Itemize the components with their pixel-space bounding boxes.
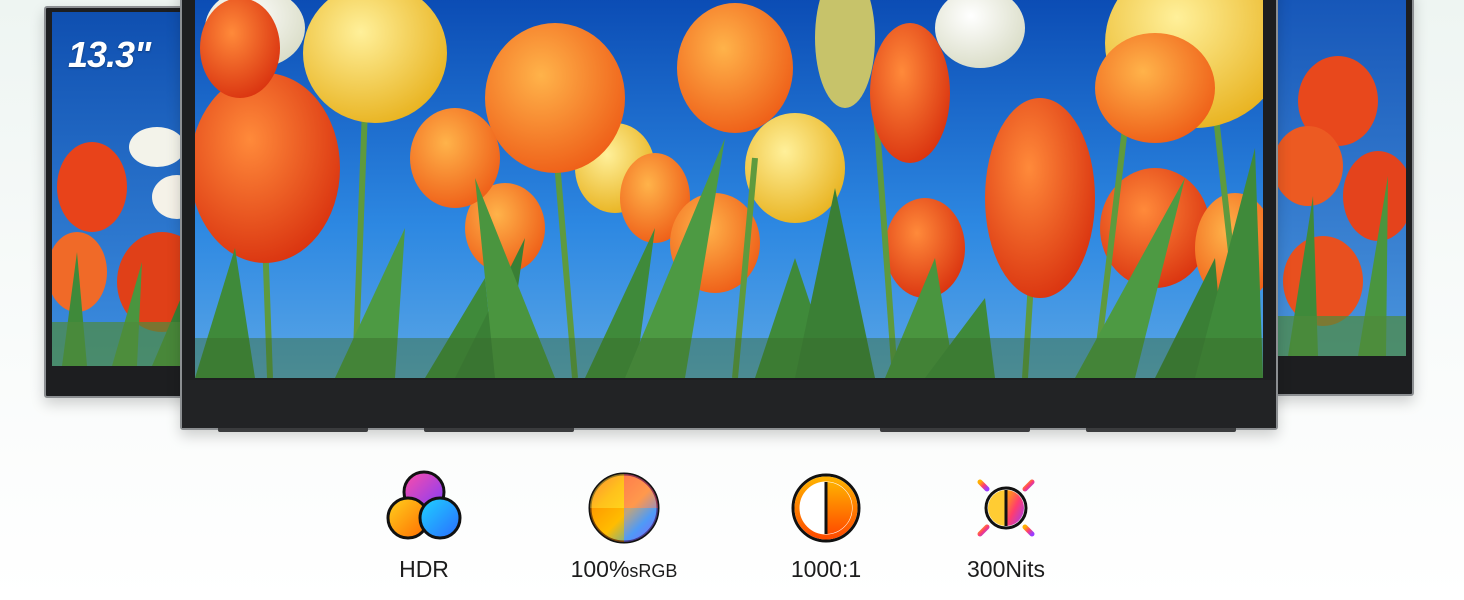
srgb-percent: 100% xyxy=(570,556,630,582)
right-tulip-image xyxy=(1268,0,1406,356)
feature-hdr: HDR xyxy=(324,468,524,581)
hdr-icon xyxy=(386,470,462,540)
feature-contrast-label: 1000:1 xyxy=(790,556,862,582)
feature-srgb: 100%sRGB xyxy=(524,468,724,581)
color-wheel-icon xyxy=(588,472,660,544)
screen-size-label: 13.3" xyxy=(68,34,151,75)
srgb-suffix: sRGB xyxy=(629,561,678,581)
features-row: HDR 100%sRGB 1000:1 300Nits xyxy=(0,460,1464,600)
contrast-icon xyxy=(791,473,861,543)
right-monitor-screen xyxy=(1268,0,1406,356)
brightness-icon xyxy=(966,468,1046,548)
feature-brightness: 300Nits xyxy=(906,468,1106,581)
main-monitor xyxy=(180,0,1278,430)
main-monitor-screen xyxy=(195,0,1263,378)
feature-contrast: 1000:1 xyxy=(726,468,926,581)
feature-hdr-label: HDR xyxy=(399,556,449,582)
feature-brightness-label: 300Nits xyxy=(967,556,1045,582)
feature-srgb-label: 100%sRGB xyxy=(524,558,724,581)
tulip-field-image xyxy=(195,0,1263,378)
main-monitor-bezel xyxy=(182,380,1276,428)
right-monitor xyxy=(1262,0,1414,396)
